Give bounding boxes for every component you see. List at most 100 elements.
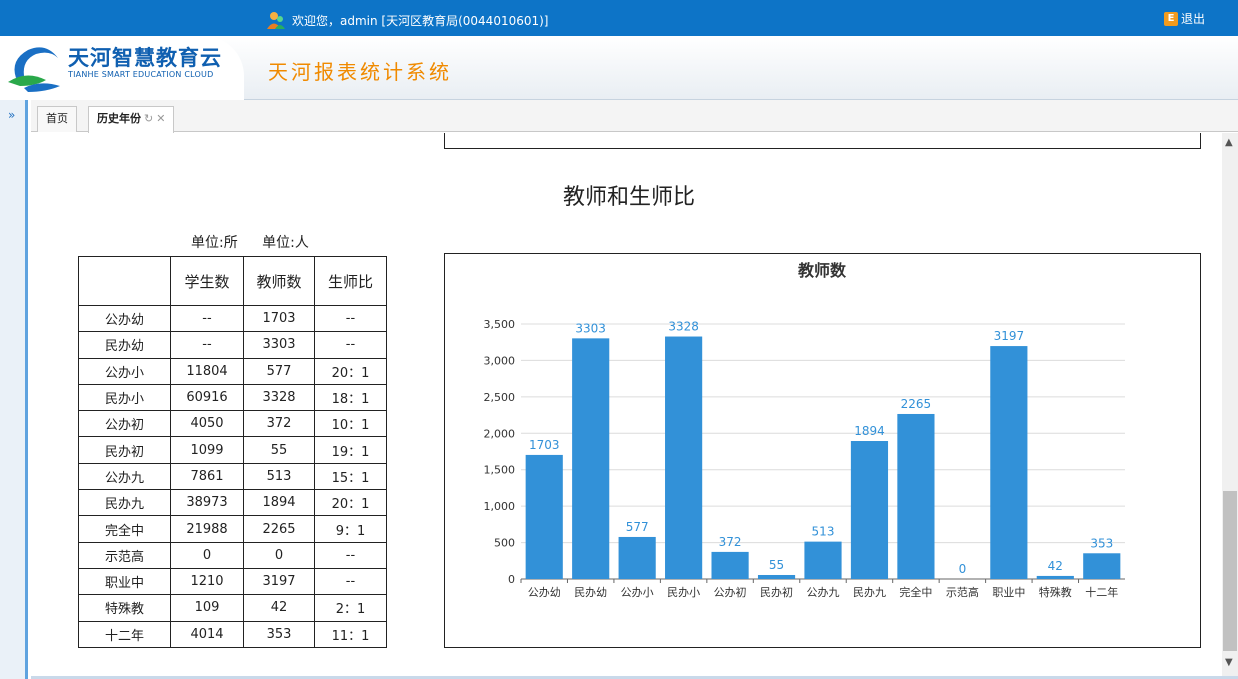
y-tick-label: 3,000 [484,354,516,367]
table-cell: 353 [243,620,315,648]
table-cell: 1703 [243,304,315,333]
table-cell: 完全中 [78,515,171,543]
sidebar: » [0,100,28,679]
table-cell: 20：1 [314,357,387,385]
x-tick-label: 职业中 [992,586,1025,599]
table-cell: 3328 [243,383,315,412]
data-label: 577 [626,520,649,534]
data-label: 353 [1090,536,1113,550]
scroll-up-icon[interactable]: ▲ [1225,137,1233,148]
table-cell: 42 [243,594,315,622]
table-cell: 公办九 [78,462,171,491]
table-row: 职业中 1210 3197 -- [78,567,387,596]
data-label: 3197 [994,329,1025,343]
welcome-text: 欢迎您，admin [天河区教育局(0044010601)] [292,13,549,28]
tab-history-label: 历史年份 [97,112,141,125]
table-cell: 1210 [170,567,244,596]
table-cell: 7861 [170,462,244,491]
bar [897,413,935,579]
table-cell: 10：1 [314,410,387,438]
table-cell: 3303 [243,331,315,359]
table-cell: 4014 [170,620,244,648]
table-cell: 公办初 [78,410,171,438]
x-tick-label: 示范高 [946,585,979,599]
bar [757,574,796,579]
table-cell: 18：1 [314,383,387,412]
scrollbar-thumb[interactable] [1223,491,1237,651]
table-cell: 民办幼 [78,331,171,359]
vertical-scrollbar[interactable]: ▲ ▼ [1222,133,1238,676]
y-tick-label: 500 [494,537,515,550]
table-header-cell: 教师数 [243,256,315,306]
table-cell: -- [170,304,244,333]
logout-button[interactable]: E 退出 [1164,10,1205,27]
cloud-logo-icon [8,47,60,92]
x-tick-label: 完全中 [899,585,932,599]
chart-title: 教师数 [798,261,847,280]
tab-home-label: 首页 [46,112,68,125]
data-label: 2265 [901,397,932,411]
bar [572,338,610,579]
bar-chart-svg: 教师数 0 500 1,000 1,500 2,000 2,500 3,000 3,500 17… [484,261,1125,599]
table-row: 特殊教 109 42 2：1 [78,594,387,622]
table-cell: 十二年 [78,620,171,648]
x-tick-label: 公办幼 [528,586,561,599]
table-row: 公办初 4050 372 10：1 [78,410,387,438]
bar [804,541,842,579]
table-cell: 2265 [243,515,315,543]
bar [850,441,889,579]
brand-name-en: TIANHE SMART EDUCATION CLOUD [68,70,214,79]
top-bar: 欢迎您，admin [天河区教育局(0044010601)] E 退出 [0,0,1238,36]
table-cell: 2：1 [314,594,387,622]
data-label: 55 [769,558,784,572]
table-header-row: 学生数 教师数 生师比 [78,256,387,306]
table-row: 示范高 0 0 -- [78,541,387,569]
table-row: 公办幼 -- 1703 -- [78,304,387,333]
scroll-down-icon[interactable]: ▼ [1225,657,1233,668]
table-cell: 9：1 [314,515,387,543]
x-tick-label: 特殊教 [1039,585,1072,599]
y-tick-label: 1,500 [484,464,516,477]
table-cell: 0 [170,541,244,569]
table-cell: 19：1 [314,436,387,464]
table-header-cell: 学生数 [170,256,244,306]
x-tick-label: 民办初 [760,585,793,599]
table-cell: 示范高 [78,541,171,569]
expand-sidebar-icon[interactable]: » [8,108,15,122]
tab-home[interactable]: 首页 [37,106,77,132]
table-cell: -- [170,331,244,359]
report-content: 教师和生师比 单位:所 单位:人 学生数 教师数 生师比 公办幼 -- 1703 --… [31,133,1222,676]
table-header-cell: 生师比 [314,256,387,306]
x-tick-label: 公办初 [714,585,747,599]
y-tick-label: 2,000 [484,427,516,440]
system-title: 天河报表统计系统 [268,60,452,84]
brand-name-cn: 天河智慧教育云 [68,45,222,70]
unit-school: 单位:所 [191,235,238,251]
table-row: 民办小 60916 3328 18：1 [78,383,387,412]
table-cell: 特殊教 [78,594,171,622]
data-label: 3328 [668,320,699,334]
bar [618,536,656,579]
table-row: 公办九 7861 513 15：1 [78,462,387,491]
table-cell: -- [314,304,387,333]
table-cell: 11：1 [314,620,387,648]
x-tick-label: 民办小 [667,586,700,599]
table-cell: 3197 [243,567,315,596]
table-cell: 1099 [170,436,244,464]
table-cell: 21988 [170,515,244,543]
y-tick-label: 1,000 [484,500,516,513]
data-label: 3303 [575,321,606,335]
header: 天河智慧教育云 TIANHE SMART EDUCATION CLOUD 天河报… [0,36,1238,100]
table-header-cell [78,256,171,306]
bar [665,336,703,579]
close-icon[interactable]: ✕ [156,112,165,125]
table-cell: 38973 [170,489,244,517]
refresh-icon[interactable]: ↻ [144,112,153,125]
table-cell: -- [314,541,387,569]
section-title: 教师和生师比 [563,185,696,210]
bar [990,346,1028,579]
table-cell: 11804 [170,357,244,385]
tab-history-year[interactable]: 历史年份 ↻ ✕ [88,106,175,133]
table-cell: 55 [243,436,315,464]
table-cell: 109 [170,594,244,622]
